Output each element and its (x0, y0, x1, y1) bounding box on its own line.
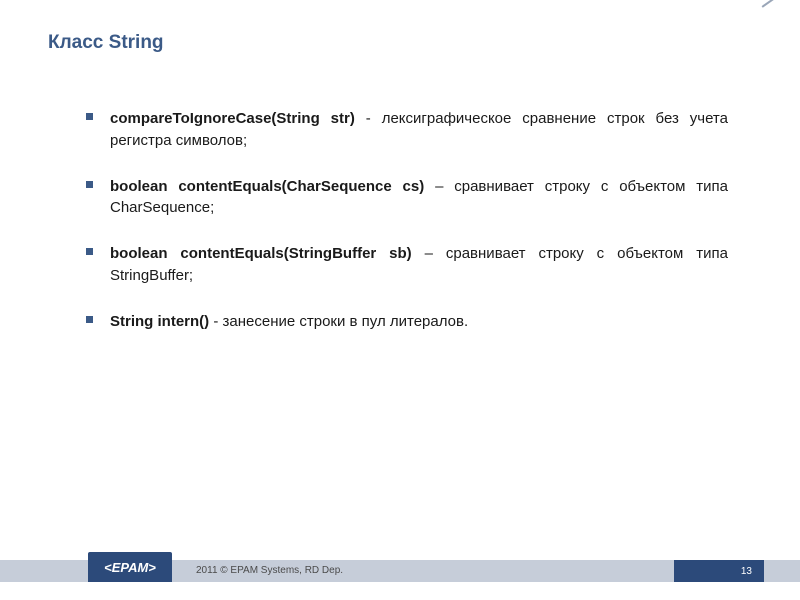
corner-decoration (762, 0, 783, 8)
separator: – (412, 245, 446, 262)
slide: Класс String compareToIgnoreCase(String … (0, 0, 800, 600)
slide-title: Класс String (48, 32, 164, 54)
epam-logo: <EPAM> (88, 552, 172, 582)
separator: – (424, 178, 454, 195)
copyright-text: 2011 © EPAM Systems, RD Dep. (196, 560, 343, 582)
page-number-box: 13 (674, 560, 764, 582)
list-item: compareToIgnoreCase(String str) - лексиг… (110, 108, 728, 152)
method-signature: boolean contentEquals(CharSequence cs) (110, 178, 424, 195)
separator: - (355, 110, 382, 127)
separator: - (209, 313, 222, 330)
list-item: boolean contentEquals(StringBuffer sb) –… (110, 243, 728, 287)
method-signature: compareToIgnoreCase(String str) (110, 110, 355, 127)
content-area: compareToIgnoreCase(String str) - лексиг… (110, 108, 728, 356)
method-signature: boolean contentEquals(StringBuffer sb) (110, 245, 412, 262)
method-description: занесение строки в пул литералов. (223, 313, 469, 330)
page-number: 13 (741, 566, 752, 577)
method-signature: String intern() (110, 313, 209, 330)
list-item: String intern() - занесение строки в пул… (110, 311, 728, 333)
list-item: boolean contentEquals(CharSequence cs) –… (110, 176, 728, 220)
footer: <EPAM> 2011 © EPAM Systems, RD Dep. 13 (0, 560, 800, 582)
